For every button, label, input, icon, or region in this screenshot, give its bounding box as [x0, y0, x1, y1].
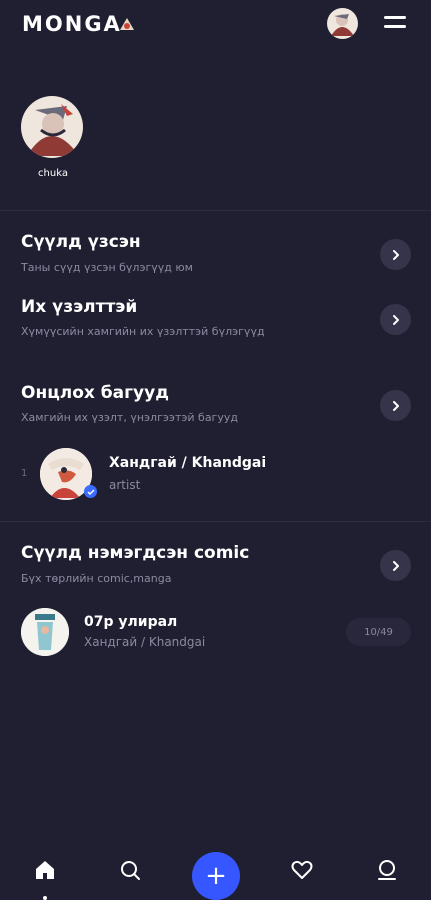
logo-mascot-icon [120, 18, 134, 30]
section-title-popular: Их үзэлттэй [21, 297, 138, 317]
comic-title[interactable]: 07р улирал [84, 614, 177, 630]
heart-icon [291, 860, 313, 879]
section-title-recent: Сүүлд үзсэн [21, 232, 141, 252]
chevron-right-icon [392, 249, 399, 260]
new-comics-more-button[interactable] [380, 550, 411, 581]
home-icon [36, 861, 54, 879]
chevron-right-icon [392, 560, 399, 571]
section-title-new-comics: Сүүлд нэмэгдсэн comic [21, 543, 250, 563]
section-title-featured-teams: Онцлох багууд [21, 383, 169, 403]
add-icon: + [205, 861, 227, 891]
team-rank: 1 [21, 468, 28, 479]
profile-icon [378, 860, 396, 880]
divider [0, 521, 431, 522]
profile-avatar[interactable] [21, 96, 83, 158]
section-subtitle-popular: Хүмүүсийн хамгийн их үзэлттэй бүлэгүүд [21, 325, 265, 338]
app-logo[interactable]: MONGA [22, 12, 122, 36]
divider [0, 210, 431, 211]
verified-badge-icon [84, 485, 97, 498]
comic-progress-badge: 10/49 [346, 618, 411, 646]
nav-search[interactable] [116, 856, 144, 884]
recent-more-button[interactable] [380, 239, 411, 270]
nav-home[interactable] [31, 856, 59, 884]
bottom-navigation: + [0, 846, 431, 900]
nav-favorites[interactable] [288, 856, 316, 884]
nav-profile[interactable] [373, 856, 401, 884]
comic-author: Хандгай / Khandgai [84, 635, 206, 649]
popular-more-button[interactable] [380, 304, 411, 335]
artist-name[interactable]: Хандгай / Khandgai [109, 455, 266, 471]
profile-name: chuka [38, 168, 68, 179]
header-avatar[interactable] [327, 8, 358, 39]
section-subtitle-new-comics: Бүх төрлийн comic,manga [21, 572, 172, 585]
active-indicator [43, 896, 47, 900]
comic-cover-illustration-icon [21, 608, 69, 656]
profile-illustration-icon [21, 96, 83, 158]
add-button[interactable]: + [192, 852, 240, 900]
app-header: MONGA [0, 0, 431, 52]
section-subtitle-featured-teams: Хамгийн их үзэлт, үнэлгээтэй багууд [21, 411, 238, 424]
artist-role: artist [109, 478, 141, 492]
chevron-right-icon [392, 400, 399, 411]
section-subtitle-recent: Таны сүүд үзсэн бүлэгүүд юм [21, 261, 193, 274]
avatar-illustration-icon [327, 8, 358, 39]
comic-cover[interactable] [21, 608, 69, 656]
chevron-right-icon [392, 314, 399, 325]
featured-teams-more-button[interactable] [380, 390, 411, 421]
hamburger-menu-icon[interactable] [384, 14, 406, 32]
search-icon [121, 861, 140, 880]
